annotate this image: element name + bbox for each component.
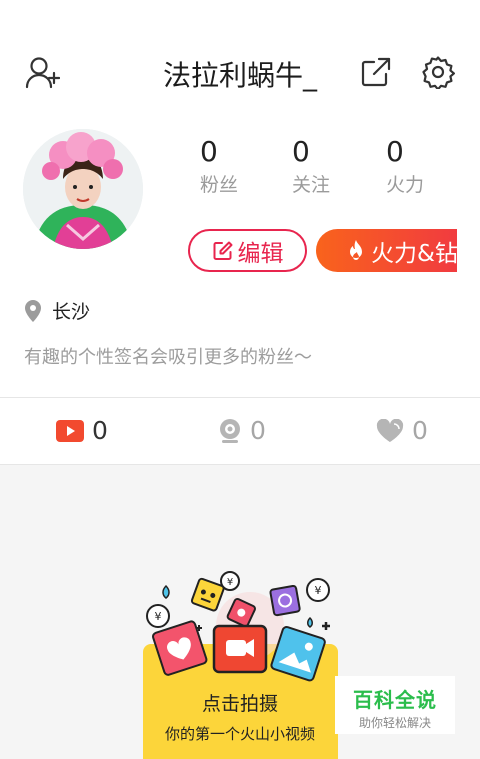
bio-placeholder[interactable]: 有趣的个性签名会吸引更多的粉丝～ [24,343,312,369]
stat-following[interactable]: 0 关注 [292,136,382,197]
stat-fire[interactable]: 0 火力 [386,136,476,197]
watermark-subtitle: 助你轻松解决 [358,716,431,730]
fire-button-label: 火力&钻石 [371,240,457,267]
gear-icon[interactable] [418,52,458,92]
stat-value: 0 [200,135,218,168]
empty-illustration-icon: ¥ ¥ ¥ [146,571,330,682]
svg-text:¥: ¥ [155,610,162,623]
edit-button-label: 编辑 [237,240,284,267]
avatar[interactable] [23,129,143,249]
edit-profile-button[interactable]: 编辑 [188,229,307,272]
tab-count: 0 [412,416,428,445]
camera-icon [220,418,240,443]
svg-text:¥: ¥ [315,584,322,597]
location-text: 长沙 [52,301,91,323]
heart-icon [376,418,404,442]
tab-videos[interactable]: 0 [56,416,108,445]
video-icon [56,419,84,442]
tab-count: 0 [250,416,266,445]
watermark: 百科全说 助你轻松解决 [335,676,455,734]
stat-label: 粉丝 [200,174,239,196]
shoot-cta-subtitle: 你的第一个火山小视频 [164,725,315,743]
stat-followers[interactable]: 0 粉丝 [200,136,290,197]
watermark-title: 百科全说 [353,688,437,712]
shoot-cta-label: 点击拍摄 [201,693,278,715]
tab-live[interactable]: 0 [218,416,266,445]
location-pin-icon [25,299,41,322]
content-tabs: 0 0 0 [0,398,480,464]
share-icon[interactable] [356,52,396,92]
stat-label: 火力 [386,174,425,196]
tab-count: 0 [92,416,108,445]
fire-icon [350,239,362,260]
page-title: 法拉利蜗牛_ [162,59,317,92]
stat-value: 0 [292,135,310,168]
top-bar: 法拉利蜗牛_ [0,40,480,104]
add-user-icon[interactable] [22,52,62,92]
fire-diamond-button[interactable]: 火力&钻石 [316,229,457,272]
tab-likes[interactable]: 0 [376,416,428,445]
stat-label: 关注 [292,174,331,196]
edit-icon [213,241,232,260]
location: 长沙 [24,297,90,324]
shoot-first-video-card[interactable]: ¥ ¥ ¥ 点击拍摄 你的第一个火山小视频 [140,568,340,759]
profile-stats: 0 粉丝 0 关注 0 火力 [170,136,460,206]
stat-value: 0 [386,135,404,168]
svg-text:¥: ¥ [227,577,233,588]
